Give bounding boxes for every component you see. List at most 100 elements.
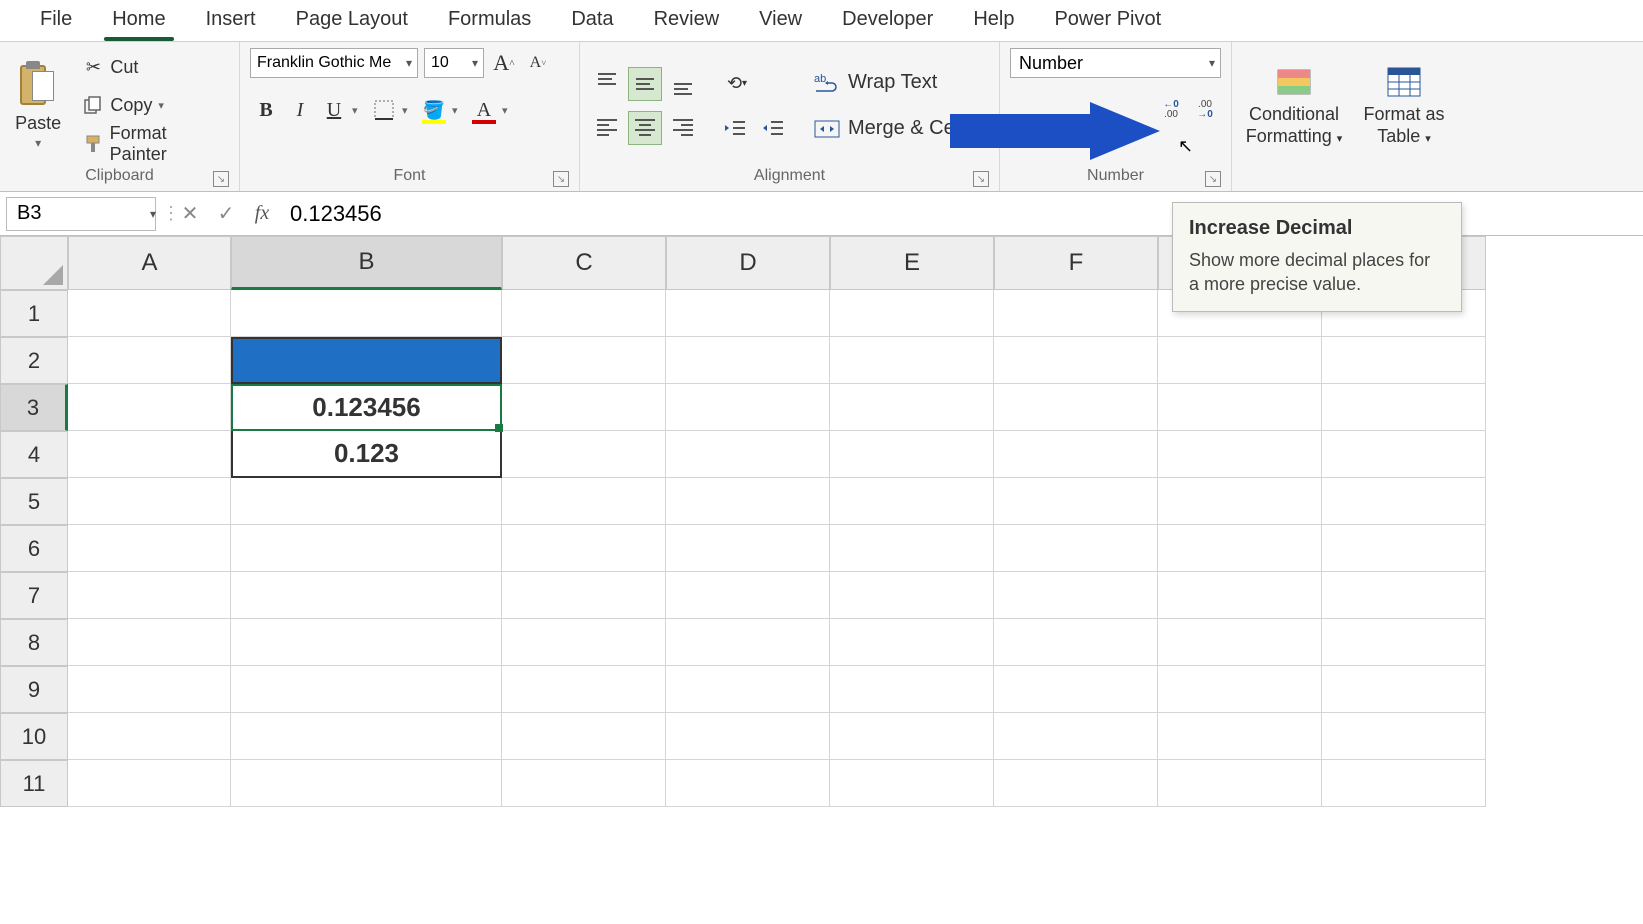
dialog-launcher-icon[interactable]: ↘ [553, 171, 569, 187]
cell-f3[interactable] [994, 384, 1158, 431]
cut-button[interactable]: ✂ Cut [78, 52, 229, 84]
cell-c6[interactable] [502, 525, 666, 572]
cell-d4[interactable] [666, 431, 830, 478]
tab-view[interactable]: View [739, 0, 822, 41]
cell-c10[interactable] [502, 713, 666, 760]
chevron-down-icon[interactable]: ▾ [502, 104, 516, 117]
row-header-3[interactable]: 3 [0, 384, 68, 431]
cell-d7[interactable] [666, 572, 830, 619]
cell-h7[interactable] [1322, 572, 1486, 619]
cell-d1[interactable] [666, 290, 830, 337]
row-header-10[interactable]: 10 [0, 713, 68, 760]
increase-indent-button[interactable] [756, 111, 790, 145]
cell-e3[interactable] [830, 384, 994, 431]
cell-c4[interactable] [502, 431, 666, 478]
borders-button[interactable] [368, 94, 400, 126]
underline-button[interactable]: U [318, 94, 350, 126]
cell-f5[interactable] [994, 478, 1158, 525]
cell-g9[interactable] [1158, 666, 1322, 713]
row-header-4[interactable]: 4 [0, 431, 68, 478]
row-header-6[interactable]: 6 [0, 525, 68, 572]
number-format-select[interactable] [1010, 48, 1221, 78]
insert-function-button[interactable]: fx [244, 196, 280, 232]
cell-d9[interactable] [666, 666, 830, 713]
chevron-down-icon[interactable]: ▾ [352, 104, 366, 117]
name-box[interactable] [6, 197, 156, 231]
cell-a7[interactable] [68, 572, 231, 619]
increase-font-size-button[interactable]: A˄ [490, 49, 518, 77]
enter-formula-button[interactable]: ✓ [208, 196, 244, 232]
tab-help[interactable]: Help [953, 0, 1034, 41]
cell-a5[interactable] [68, 478, 231, 525]
cell-f10[interactable] [994, 713, 1158, 760]
cell-e5[interactable] [830, 478, 994, 525]
italic-button[interactable]: I [284, 94, 316, 126]
cell-b3[interactable]: 0.123456 [231, 384, 502, 431]
row-header-7[interactable]: 7 [0, 572, 68, 619]
cell-h11[interactable] [1322, 760, 1486, 807]
font-name-select[interactable] [250, 48, 418, 78]
cell-f11[interactable] [994, 760, 1158, 807]
row-header-2[interactable]: 2 [0, 337, 68, 384]
select-all-corner[interactable] [0, 236, 68, 290]
cell-b2[interactable] [231, 337, 502, 384]
cell-h2[interactable] [1322, 337, 1486, 384]
cell-h3[interactable] [1322, 384, 1486, 431]
align-top-button[interactable] [590, 67, 624, 101]
tab-formulas[interactable]: Formulas [428, 0, 551, 41]
tab-file[interactable]: File [20, 0, 92, 41]
cell-d2[interactable] [666, 337, 830, 384]
cell-g8[interactable] [1158, 619, 1322, 666]
cell-b6[interactable] [231, 525, 502, 572]
cell-e10[interactable] [830, 713, 994, 760]
dialog-launcher-icon[interactable]: ↘ [1205, 171, 1221, 187]
cell-e1[interactable] [830, 290, 994, 337]
fill-color-button[interactable]: 🪣 [418, 94, 450, 126]
copy-button[interactable]: Copy ▾ [78, 90, 229, 122]
cell-g5[interactable] [1158, 478, 1322, 525]
tab-review[interactable]: Review [634, 0, 740, 41]
font-size-select[interactable] [424, 48, 484, 78]
cell-a1[interactable] [68, 290, 231, 337]
col-header-f[interactable]: F [994, 236, 1158, 290]
chevron-down-icon[interactable]: ▾ [35, 136, 41, 150]
align-center-button[interactable] [628, 111, 662, 145]
cell-f2[interactable] [994, 337, 1158, 384]
cell-b5[interactable] [231, 478, 502, 525]
cell-g2[interactable] [1158, 337, 1322, 384]
dialog-launcher-icon[interactable]: ↘ [213, 171, 229, 187]
cell-e4[interactable] [830, 431, 994, 478]
tab-developer[interactable]: Developer [822, 0, 953, 41]
align-middle-button[interactable] [628, 67, 662, 101]
tab-data[interactable]: Data [551, 0, 633, 41]
cell-h8[interactable] [1322, 619, 1486, 666]
tab-insert[interactable]: Insert [186, 0, 276, 41]
cell-e7[interactable] [830, 572, 994, 619]
paste-button[interactable]: Paste ▾ [10, 51, 66, 161]
cell-d10[interactable] [666, 713, 830, 760]
decrease-decimal-button[interactable]: .00→0 [1189, 94, 1221, 126]
col-header-c[interactable]: C [502, 236, 666, 290]
cell-h5[interactable] [1322, 478, 1486, 525]
cell-d3[interactable] [666, 384, 830, 431]
cell-b1[interactable] [231, 290, 502, 337]
tab-home[interactable]: Home [92, 0, 185, 41]
cell-a11[interactable] [68, 760, 231, 807]
font-color-button[interactable]: A [468, 94, 500, 126]
row-header-5[interactable]: 5 [0, 478, 68, 525]
cell-f8[interactable] [994, 619, 1158, 666]
cell-f7[interactable] [994, 572, 1158, 619]
cell-a10[interactable] [68, 713, 231, 760]
cell-b8[interactable] [231, 619, 502, 666]
cell-c1[interactable] [502, 290, 666, 337]
cell-c11[interactable] [502, 760, 666, 807]
cell-g4[interactable] [1158, 431, 1322, 478]
increase-decimal-button[interactable]: ←0.00 [1155, 94, 1187, 126]
cell-e6[interactable] [830, 525, 994, 572]
format-painter-button[interactable]: Format Painter [78, 128, 229, 160]
cell-a2[interactable] [68, 337, 231, 384]
cell-b10[interactable] [231, 713, 502, 760]
cell-b7[interactable] [231, 572, 502, 619]
cell-g11[interactable] [1158, 760, 1322, 807]
cell-a9[interactable] [68, 666, 231, 713]
